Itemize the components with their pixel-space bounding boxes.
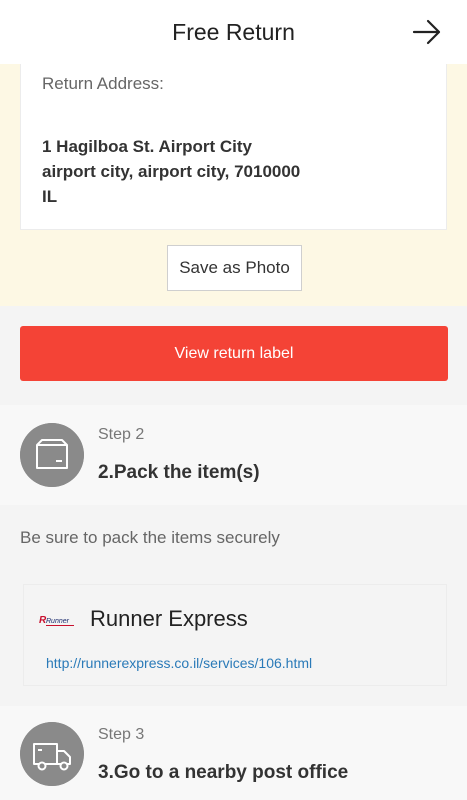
view-return-label-button[interactable]: View return label — [20, 326, 448, 381]
address-line-2: airport city, airport city, 7010000 — [42, 162, 301, 181]
save-as-photo-button[interactable]: Save as Photo — [167, 245, 302, 291]
runner-logo-text: Runner — [46, 618, 70, 625]
arrow-right-icon[interactable] — [411, 16, 443, 48]
header: Free Return — [0, 0, 467, 64]
step-2-number: Step 2 — [98, 426, 145, 443]
courier-card: R Runner Runner Express http://runnerexp… — [23, 584, 447, 686]
return-address-card: Return Address: 1 Hagilboa St. Airport C… — [20, 64, 447, 230]
step-3-number: Step 3 — [98, 726, 145, 743]
courier-name: Runner Express — [90, 606, 248, 631]
step-3-block: Step 3 3.Go to a nearby post office — [0, 706, 467, 800]
address-line-1: 1 Hagilboa St. Airport City — [42, 137, 253, 156]
address-line-3: IL — [42, 187, 58, 206]
return-address-label: Return Address: — [42, 74, 164, 93]
delivery-truck-icon — [20, 722, 84, 786]
step-2-title: 2.Pack the item(s) — [98, 462, 260, 483]
runner-express-logo: R Runner — [39, 615, 74, 626]
courier-link[interactable]: http://runnerexpress.co.il/services/106.… — [46, 655, 312, 671]
page-title: Free Return — [172, 19, 295, 45]
package-box-icon — [20, 423, 84, 487]
step-3-title: 3.Go to a nearby post office — [98, 762, 349, 783]
step-2-block: Step 2 2.Pack the item(s) — [0, 405, 467, 505]
pack-note: Be sure to pack the items securely — [20, 528, 280, 547]
